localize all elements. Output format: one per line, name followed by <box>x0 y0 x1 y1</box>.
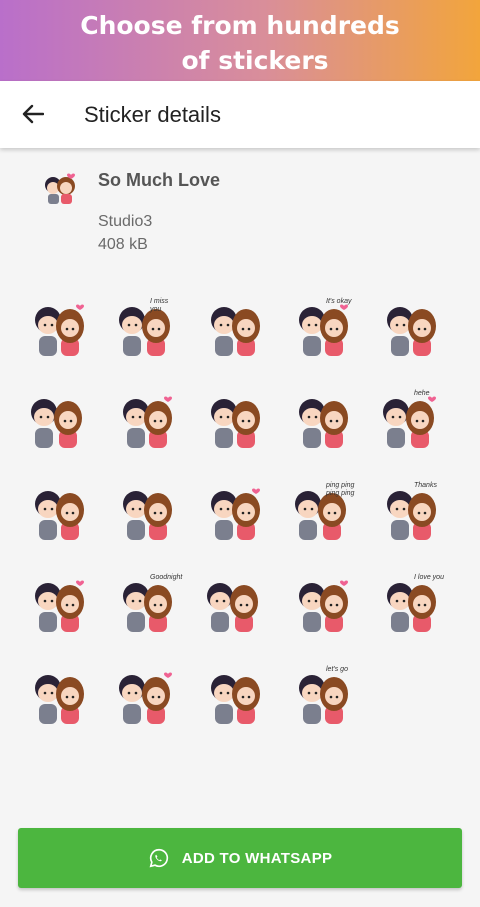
couple-sticker-icon <box>35 675 84 724</box>
couple-sticker-icon <box>35 580 84 632</box>
sticker-caption: ping ping ping ping <box>326 482 355 497</box>
sticker-item[interactable]: ping ping ping ping <box>292 480 356 544</box>
sticker-item[interactable]: It's okay <box>292 296 356 360</box>
arrow-left-icon <box>22 104 44 124</box>
sticker-caption: I miss you <box>150 298 169 313</box>
couple-sticker-icon <box>211 399 260 448</box>
pack-size: 408 kB <box>98 236 148 253</box>
couple-sticker-icon <box>35 491 84 540</box>
sticker-item[interactable]: Thanks <box>380 480 444 544</box>
add-to-whatsapp-label: ADD TO WHATSAPP <box>181 849 333 867</box>
couple-sticker-icon <box>211 675 260 724</box>
sticker-item[interactable] <box>116 664 180 728</box>
couple-sticker-icon <box>299 399 348 448</box>
sticker-item[interactable]: let's go <box>292 664 356 728</box>
sticker-item[interactable] <box>292 572 356 636</box>
sticker-item[interactable]: hehe <box>380 388 444 452</box>
couple-sticker-icon <box>211 307 260 356</box>
sticker-caption: Goodnight <box>150 574 183 581</box>
sticker-item[interactable]: I love you <box>380 572 444 636</box>
promo-line-1: Choose from hundreds <box>80 11 400 40</box>
sticker-caption: let's go <box>326 666 348 673</box>
sticker-item[interactable] <box>116 480 180 544</box>
sticker-item[interactable] <box>28 572 92 636</box>
sticker-item[interactable] <box>204 572 268 636</box>
page-title: Sticker details <box>84 102 221 127</box>
couple-sticker-icon <box>207 583 258 632</box>
app-bar: Sticker details <box>0 81 480 148</box>
sticker-caption: I love you <box>414 574 444 581</box>
pack-name: So Much Love <box>98 170 221 190</box>
promo-banner: Choose from hundreds of stickers <box>0 0 480 81</box>
sticker-item[interactable] <box>204 480 268 544</box>
pack-publisher: Studio3 <box>98 213 153 230</box>
couple-sticker-icon <box>119 672 172 724</box>
sticker-caption: hehe <box>414 390 430 397</box>
back-button[interactable] <box>14 95 52 133</box>
sticker-item[interactable] <box>28 480 92 544</box>
sticker-item[interactable] <box>380 296 444 360</box>
whatsapp-icon <box>149 848 168 868</box>
couple-sticker-icon <box>45 173 75 204</box>
sticker-item[interactable] <box>116 388 180 452</box>
sticker-item[interactable]: I miss you <box>116 296 180 360</box>
couple-sticker-icon <box>387 307 436 356</box>
sticker-caption: Thanks <box>414 482 437 489</box>
add-to-whatsapp-button[interactable]: ADD TO WHATSAPP <box>18 828 462 888</box>
sticker-item[interactable] <box>204 296 268 360</box>
sticker-item[interactable] <box>204 664 268 728</box>
sticker-item[interactable] <box>28 388 92 452</box>
sticker-item[interactable] <box>292 388 356 452</box>
sticker-item[interactable] <box>204 388 268 452</box>
couple-sticker-icon <box>211 488 260 540</box>
promo-line-2: of stickers <box>181 46 329 75</box>
couple-sticker-icon <box>299 580 348 632</box>
sticker-caption: It's okay <box>326 298 352 305</box>
couple-sticker-icon <box>31 399 82 448</box>
sticker-item[interactable] <box>28 296 92 360</box>
couple-sticker-icon <box>123 491 172 540</box>
couple-sticker-icon <box>123 396 172 448</box>
sticker-item[interactable] <box>28 664 92 728</box>
couple-sticker-icon <box>35 304 84 356</box>
sticker-item[interactable]: Goodnight <box>116 572 183 636</box>
